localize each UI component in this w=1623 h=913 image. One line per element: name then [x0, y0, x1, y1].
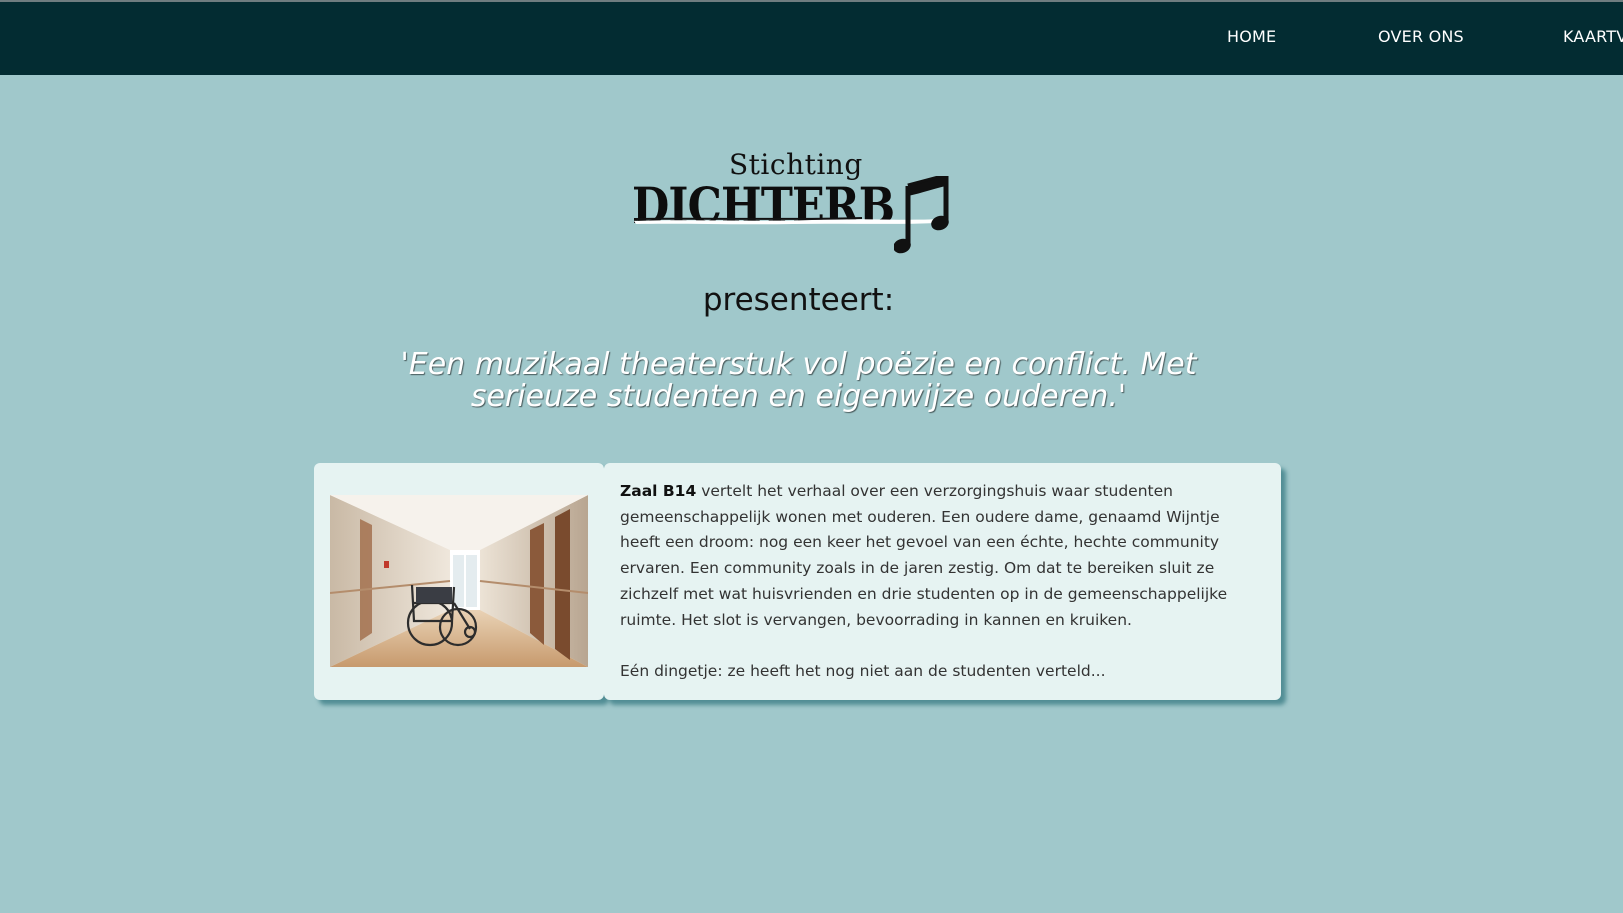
story-paragraph-1: Zaal B14 vertelt het verhaal over een ve… [620, 479, 1260, 633]
presenteert-heading: presenteert: [702, 282, 895, 318]
top-navbar: HOME OVER ONS KAARTV [0, 2, 1623, 75]
story-paragraph-1-text: vertelt het verhaal over een verzorgings… [620, 482, 1228, 629]
logo-big-text: DICHTERB [632, 176, 895, 235]
hallway-wheelchair-photo [330, 495, 588, 667]
story-paragraph-2: Eén dingetje: ze heeft het nog niet aan … [620, 661, 1106, 680]
story-bold-lead: Zaal B14 [620, 482, 697, 500]
nav-link-home[interactable]: HOME [1227, 27, 1276, 46]
tagline-quote: 'Een muzikaal theaterstuk vol poëzie en … [400, 347, 1197, 414]
description-card: Zaal B14 vertelt het verhaal over een ve… [604, 463, 1281, 700]
image-card [314, 463, 604, 700]
music-note-icon [894, 176, 949, 254]
dichterbij-logo: Stichting DICHTERB [632, 148, 957, 258]
story-text: Zaal B14 vertelt het verhaal over een ve… [620, 479, 1260, 685]
nav-link-over-ons[interactable]: OVER ONS [1378, 27, 1464, 46]
nav-link-kaartverkoop[interactable]: KAARTV [1563, 27, 1623, 46]
